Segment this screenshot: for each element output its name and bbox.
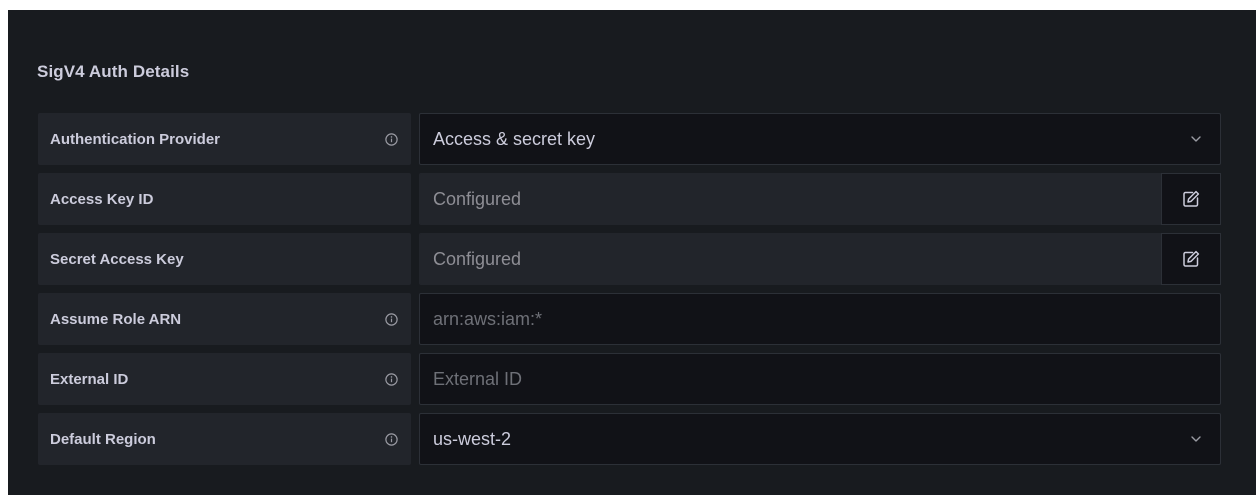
edit-icon	[1183, 190, 1200, 207]
secret-access-key-label-text: Secret Access Key	[50, 250, 184, 268]
form-rows: Authentication Provider Access & secret …	[38, 113, 1221, 473]
access-key-id-field	[419, 173, 1221, 225]
access-key-id-input[interactable]	[420, 174, 1161, 224]
external-id-label: External ID	[38, 353, 411, 405]
default-region-label-text: Default Region	[50, 430, 156, 448]
info-icon[interactable]	[385, 372, 398, 386]
external-id-row: External ID	[38, 353, 1221, 405]
secret-access-key-input[interactable]	[420, 234, 1161, 284]
assume-role-arn-input[interactable]	[420, 294, 1220, 344]
info-icon[interactable]	[385, 312, 398, 326]
chevron-down-icon	[1190, 433, 1202, 445]
access-key-id-label: Access Key ID	[38, 173, 411, 225]
auth-provider-label: Authentication Provider	[38, 113, 411, 165]
external-id-input[interactable]	[420, 354, 1220, 404]
assume-role-arn-row: Assume Role ARN	[38, 293, 1221, 345]
sigv4-auth-panel: SigV4 Auth Details Authentication Provid…	[8, 10, 1256, 495]
edit-access-key-id-button[interactable]	[1161, 173, 1221, 225]
edit-icon	[1183, 250, 1200, 267]
assume-role-arn-field	[419, 293, 1221, 345]
info-icon[interactable]	[385, 132, 398, 146]
assume-role-arn-label-text: Assume Role ARN	[50, 310, 182, 328]
info-icon[interactable]	[385, 432, 398, 446]
secret-access-key-field	[419, 233, 1221, 285]
default-region-row: Default Region us-west-2	[38, 413, 1221, 465]
auth-provider-value: Access & secret key	[433, 128, 596, 149]
default-region-value: us-west-2	[433, 428, 512, 449]
secret-access-key-label: Secret Access Key	[38, 233, 411, 285]
secret-access-key-row: Secret Access Key	[38, 233, 1221, 285]
section-title: SigV4 Auth Details	[37, 62, 190, 81]
default-region-label: Default Region	[38, 413, 411, 465]
auth-provider-label-text: Authentication Provider	[50, 130, 221, 148]
edit-secret-access-key-button[interactable]	[1161, 233, 1221, 285]
chevron-down-icon	[1190, 133, 1202, 145]
auth-provider-select[interactable]: Access & secret key	[419, 113, 1221, 165]
external-id-label-text: External ID	[50, 370, 129, 388]
default-region-select[interactable]: us-west-2	[419, 413, 1221, 465]
assume-role-arn-label: Assume Role ARN	[38, 293, 411, 345]
access-key-id-row: Access Key ID	[38, 173, 1221, 225]
access-key-id-label-text: Access Key ID	[50, 190, 154, 208]
auth-provider-row: Authentication Provider Access & secret …	[38, 113, 1221, 165]
external-id-field	[419, 353, 1221, 405]
